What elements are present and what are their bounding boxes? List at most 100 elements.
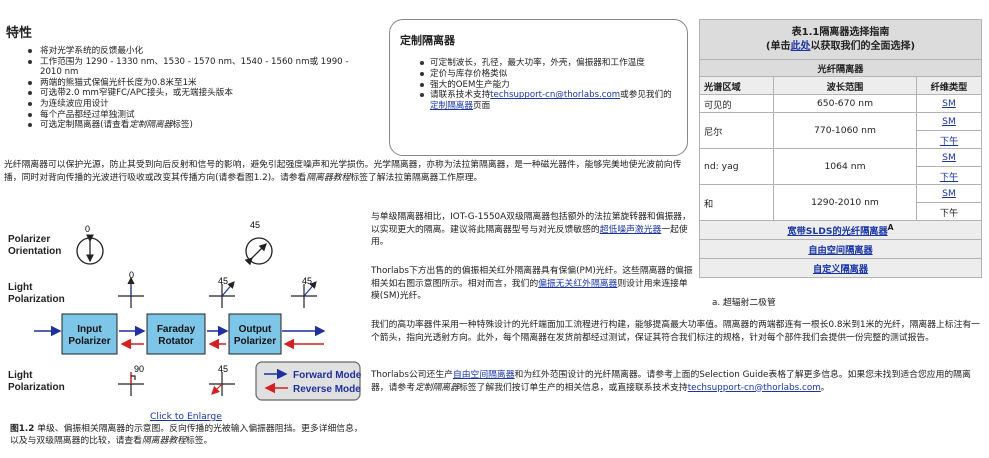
column-header-region: 光谱区域 <box>699 76 774 95</box>
intro-italic: 隔离器教程 <box>306 173 351 183</box>
table-subtitle-text: 以获取我们的全面选择) <box>810 40 916 52</box>
feature-text: 标签) <box>172 120 193 131</box>
mode-legend: Forward Mode Reverse Mode <box>255 361 362 401</box>
table-row: 和 1290-2010 nm SM <box>699 184 982 221</box>
techsupport-email-link[interactable]: techsupport-cn@thorlabs.com <box>688 383 821 393</box>
figure-caption: 图1.2 单级、偏振相关隔离器的示意图。反向传播的光被输入偏振器阻挡。更多详细信… <box>10 423 365 447</box>
range-cell: 1064 nm <box>773 148 917 185</box>
angle-label: 0 <box>85 224 90 234</box>
custom-isolator-table-link[interactable]: 自定义隔离器 <box>813 264 868 275</box>
para-text: 。 <box>820 382 830 393</box>
list-item: 工作范围为 1290 - 1330 nm、1530 - 1570 nm、1540… <box>28 57 368 78</box>
para-text: 标签了解我们按订单生产的相关信息，或直接联系技术支持 <box>459 382 688 393</box>
list-item: 可定制波长，孔径，最大功率，外壳，偏振器和工作温度 <box>420 58 677 69</box>
features-list: 将对光学系统的反馈最小化 工作范围为 1290 - 1330 nm、1530 -… <box>28 46 368 131</box>
custom-isolator-link[interactable]: 定制隔离器 <box>430 101 473 111</box>
para-text: Thorlabs公司还生产 <box>371 370 453 380</box>
list-item: 可选带2.0 mm窄键FC/APC接头，或无端接头版本 <box>28 88 368 99</box>
list-item: 请联系技术支持techsupport-cn@thorlabs.com或参见我们的… <box>420 90 677 112</box>
angle-label: 0 <box>129 270 134 280</box>
polarizer-orientation-label: Polarizer Orientation <box>8 234 61 257</box>
list-item: 两端的熊猫式保偏光纤长度为0.8米至1米 <box>28 78 368 89</box>
features-title: 特性 <box>6 26 33 41</box>
free-space-row: 自由空间隔离器 <box>699 239 982 259</box>
type-cell: 下午 <box>916 130 982 149</box>
light-polarization-label: Light Polarization <box>8 282 65 305</box>
reverse-pol-90 <box>118 372 144 396</box>
region-cell: 和 <box>699 184 774 221</box>
selection-guide-table: 表1.1隔离器选择指南 (单击此处以获取我们的全面选择) 光纤隔离器 光谱区域 … <box>699 19 982 278</box>
forward-pol-0 <box>118 276 144 308</box>
table-subtitle: (单击此处以获取我们的全面选择) <box>704 40 977 54</box>
forward-mode-label: Forward Mode <box>293 370 362 381</box>
type-link-sm[interactable]: SM <box>942 188 956 199</box>
pm-fiber-paragraph: Thorlabs下方出售的的偏振相关红外隔离器具有保偏(PM)光纤。这些隔离器的… <box>371 265 693 303</box>
type-link-sm[interactable]: SM <box>942 116 956 127</box>
free-space-isolator-link[interactable]: 自由空间隔离器 <box>808 245 872 256</box>
reverse-mode-label: Reverse Mode <box>293 384 361 395</box>
techsupport-email-link[interactable]: techsupport-cn@thorlabs.com <box>490 90 620 100</box>
type-cell: SM <box>916 112 982 131</box>
type-cell: 下午 <box>916 166 982 185</box>
polarizer-orientation-45: 45 <box>244 220 273 266</box>
type-link-pm[interactable]: 下午 <box>940 136 958 147</box>
list-item: 将对光学系统的反馈最小化 <box>28 46 368 57</box>
feature-italic: 定制隔离器 <box>129 120 173 131</box>
angle-label: 45 <box>250 220 260 230</box>
light-polarization-label: Light Polarization <box>8 370 65 393</box>
contact-text: 或参见我们的 <box>620 90 672 101</box>
full-selection-link[interactable]: 此处 <box>791 41 811 52</box>
free-space-paragraph: Thorlabs公司还生产自由空间隔离器和为红外范围设计的光纤隔离器。请参考上面… <box>371 369 985 394</box>
type-cell: SM <box>916 184 982 203</box>
column-header-range: 波长范围 <box>773 76 917 95</box>
polarization-independent-link[interactable]: 偏振无关红外隔离器 <box>538 279 617 289</box>
angle-label: 45 <box>302 276 312 286</box>
region-cell: 可见的 <box>699 94 774 113</box>
table-row: 尼尔 770-1060 nm SM <box>699 112 982 149</box>
type-cell: 下午 <box>916 202 982 221</box>
caption-text: 标签。 <box>185 436 213 446</box>
type-link-sm[interactable]: SM <box>942 98 956 109</box>
intro-paragraph: 光纤隔离器可以保护光源，防止其受到向后反射和信号的影响，避免引起强度噪声和光学损… <box>4 159 690 185</box>
output-polarizer-label: Output Polarizer <box>234 324 276 347</box>
list-item: 每个产品都经过单独测试 <box>28 110 368 121</box>
isolator-diagram[interactable]: Polarizer Orientation Light Polarization L… <box>4 214 366 410</box>
reverse-pol-45a <box>209 372 235 396</box>
custom-row: 自定义隔离器 <box>699 258 982 278</box>
free-space-link[interactable]: 自由空间隔离器 <box>453 370 515 380</box>
slds-isolator-link[interactable]: 宽带SLDS的光纤隔离器 <box>787 226 887 237</box>
output-polarizer-box: Output Polarizer <box>228 313 282 355</box>
type-link-pm[interactable]: 下午 <box>940 172 958 183</box>
input-polarizer-box: Input Polarizer <box>61 313 118 355</box>
contact-text: 页面 <box>472 101 491 112</box>
figure-label: 图1.2 <box>10 424 35 434</box>
angle-label: 45 <box>218 276 228 286</box>
high-power-paragraph: 我们的高功率器件采用一种特殊设计的光纤端面加工流程进行构建，能够提高最大功率值。… <box>371 320 980 343</box>
type-cell: SM <box>916 94 982 113</box>
list-item: 强大的OEM生产能力 <box>420 80 677 91</box>
contact-text: 请联系技术支持 <box>430 90 491 101</box>
custom-list: 可定制波长，孔径，最大功率，外壳，偏振器和工作温度 定价与库存价格类似 强大的O… <box>400 58 677 112</box>
low-noise-laser-link[interactable]: 超低噪声激光器 <box>600 225 662 235</box>
table-title: 表1.1隔离器选择指南 <box>791 26 890 38</box>
feature-text: 可选定制隔离器(请查看 <box>40 120 130 131</box>
table-subtitle-text: (单击 <box>765 40 791 52</box>
intro-text: 标签了解法拉第隔离器工作原理。 <box>350 173 483 183</box>
faraday-rotator-label: Faraday Rotator <box>157 324 196 347</box>
range-cell: 770-1060 nm <box>773 112 917 149</box>
slds-row: 宽带SLDS的光纤隔离器A <box>699 220 982 240</box>
caption-italic: 隔离器教程 <box>141 436 186 446</box>
table-row: 可见的 650-670 nm SM <box>699 94 982 113</box>
table-row: nd: yag 1064 nm SM <box>699 148 982 185</box>
footnote-marker: A <box>887 222 894 232</box>
range-cell: 1290-2010 nm <box>773 184 917 221</box>
angle-label: 90 <box>134 364 144 374</box>
region-cell: nd: yag <box>699 148 774 185</box>
type-cell: SM <box>916 148 982 167</box>
polarizer-orientation-0: 0 <box>76 224 104 265</box>
click-to-enlarge-link[interactable]: Click to Enlarge <box>150 411 222 422</box>
type-link-sm[interactable]: SM <box>942 152 956 163</box>
faraday-rotator-box: Faraday Rotator <box>146 313 206 355</box>
selection-guide-header: 表1.1隔离器选择指南 (单击此处以获取我们的全面选择) <box>699 19 982 60</box>
custom-title: 定制隔离器 <box>400 34 455 47</box>
